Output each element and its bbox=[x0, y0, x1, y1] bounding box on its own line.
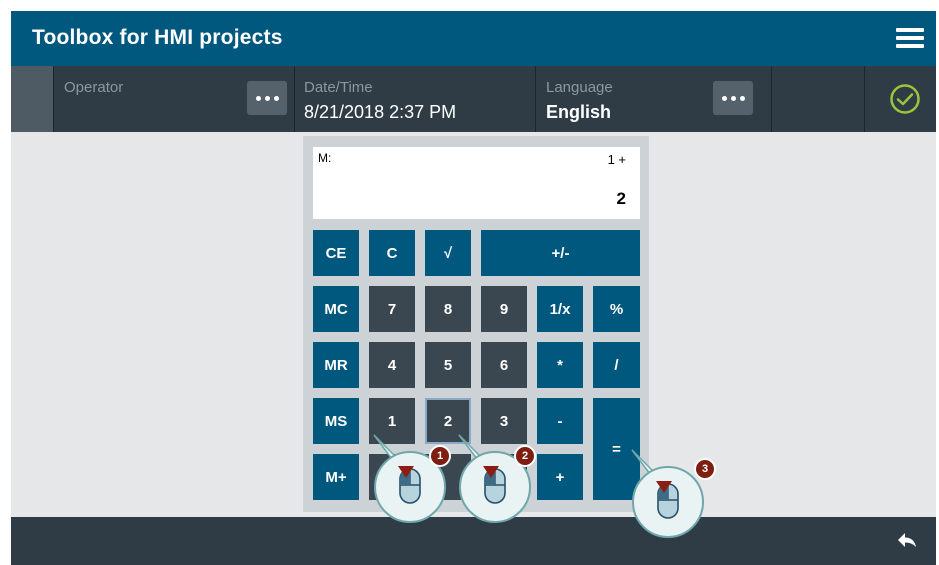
language-more-button[interactable] bbox=[713, 81, 753, 115]
ce-button[interactable]: CE bbox=[313, 230, 359, 276]
operator-cell: Operator bbox=[54, 66, 294, 132]
pending-operation: 1 + bbox=[607, 152, 626, 167]
app-title: Toolbox for HMI projects bbox=[32, 26, 283, 49]
step-badge-2: 2 bbox=[514, 445, 536, 467]
reciprocal-button[interactable]: 1/x bbox=[537, 286, 583, 332]
display-value: 2 bbox=[616, 189, 626, 208]
dot bbox=[721, 95, 727, 101]
m-plus-button[interactable]: M+ bbox=[313, 454, 359, 500]
tap-callout-3: 3 bbox=[628, 448, 716, 545]
c-button[interactable]: C bbox=[369, 230, 415, 276]
tap-callout-1: 1 bbox=[370, 433, 451, 530]
key-5[interactable]: 5 bbox=[425, 342, 471, 388]
datetime-label: Date/Time bbox=[304, 79, 373, 96]
multiply-button[interactable]: * bbox=[537, 342, 583, 388]
datetime-cell: Date/Time 8/21/2018 2:37 PM bbox=[295, 66, 535, 132]
minus-button[interactable]: - bbox=[537, 398, 583, 444]
sqrt-button[interactable]: √ bbox=[425, 230, 471, 276]
back-arrow-icon[interactable] bbox=[896, 531, 918, 549]
divide-button[interactable]: / bbox=[593, 342, 640, 388]
hamburger-menu-icon[interactable] bbox=[894, 23, 926, 53]
mc-button[interactable]: MC bbox=[313, 286, 359, 332]
operator-label: Operator bbox=[64, 79, 124, 96]
ms-button[interactable]: MS bbox=[313, 398, 359, 444]
title-bar: Toolbox for HMI projects bbox=[11, 11, 936, 66]
tap-callout-2: 2 bbox=[455, 433, 536, 530]
datetime-value: 8/21/2018 2:37 PM bbox=[304, 102, 457, 122]
dot bbox=[730, 95, 736, 101]
percent-button[interactable]: % bbox=[593, 286, 640, 332]
key-8[interactable]: 8 bbox=[425, 286, 471, 332]
language-label: Language bbox=[546, 79, 613, 96]
plus-button[interactable]: + bbox=[537, 454, 583, 500]
mr-button[interactable]: MR bbox=[313, 342, 359, 388]
calculator-display: M: 1 + 2 bbox=[313, 147, 640, 219]
dot bbox=[739, 95, 745, 101]
key-7[interactable]: 7 bbox=[369, 286, 415, 332]
divider bbox=[864, 66, 865, 132]
language-value: English bbox=[546, 102, 612, 122]
memory-indicator: M: bbox=[318, 151, 332, 165]
status-tile bbox=[11, 66, 53, 132]
operator-more-button[interactable] bbox=[247, 81, 287, 115]
checkmark-circle-icon[interactable] bbox=[889, 83, 921, 115]
step-badge-3: 3 bbox=[694, 458, 716, 480]
dot bbox=[255, 95, 261, 101]
language-cell: Language English bbox=[536, 66, 771, 132]
info-bar: Operator Date/Time 8/21/2018 2:37 PM Lan… bbox=[11, 66, 936, 132]
key-4[interactable]: 4 bbox=[369, 342, 415, 388]
divider bbox=[771, 66, 772, 132]
dot bbox=[273, 95, 279, 101]
key-9[interactable]: 9 bbox=[481, 286, 527, 332]
key-6[interactable]: 6 bbox=[481, 342, 527, 388]
plus-minus-button[interactable]: +/- bbox=[481, 230, 640, 276]
step-badge-1: 1 bbox=[429, 445, 451, 467]
dot bbox=[264, 95, 270, 101]
